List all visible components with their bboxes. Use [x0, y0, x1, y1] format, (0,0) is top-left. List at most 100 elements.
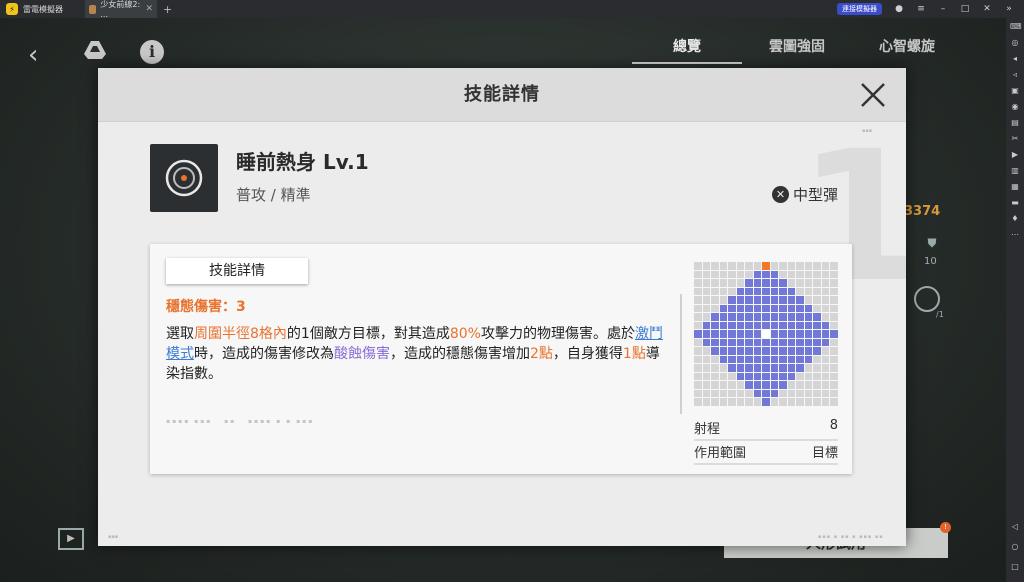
record-icon[interactable]: ◉: [1010, 102, 1020, 112]
range-cell: [779, 398, 787, 406]
range-cell: [770, 313, 779, 321]
shake-icon[interactable]: ▥: [1010, 166, 1020, 176]
range-cell: [804, 270, 813, 279]
range-cell: [787, 355, 796, 364]
menu-icon[interactable]: ≡: [916, 4, 926, 14]
range-cell: [736, 389, 745, 398]
range-cell: [796, 381, 804, 389]
range-cell: [813, 321, 821, 330]
range-cell: [787, 372, 796, 381]
faint-text: ▪▪▪▪ ▪▪▪ ▪▪ ▪▪▪▪ ▪ ▪ ▪▪▪: [166, 418, 315, 425]
range-cell: [736, 364, 745, 372]
range-cell: [711, 270, 719, 279]
tab-cloud-reinforce[interactable]: 雲圖強固: [742, 36, 852, 64]
back-nav-icon[interactable]: ◁: [1010, 522, 1020, 532]
range-cell: [702, 398, 711, 406]
area-stat: 作用範圍 目標: [694, 442, 838, 465]
recent-nav-icon[interactable]: □: [1010, 562, 1020, 572]
slash-value: /1: [936, 310, 944, 319]
screenshot-icon[interactable]: ▣: [1010, 86, 1020, 96]
restore-icon[interactable]: □: [960, 4, 970, 14]
range-cell: [796, 262, 804, 270]
range-cell: [830, 330, 838, 338]
video-icon[interactable]: ▶: [1010, 150, 1020, 160]
info-icon[interactable]: i: [140, 40, 164, 64]
range-cell: [762, 355, 770, 364]
location-icon[interactable]: ♦: [1010, 214, 1020, 224]
range-cell: [779, 313, 787, 321]
add-tab-icon[interactable]: +: [163, 3, 172, 16]
range-cell: [821, 347, 830, 355]
sync-icon[interactable]: ▦: [1010, 182, 1020, 192]
tab-overview[interactable]: 總覽: [632, 36, 742, 64]
range-cell: [702, 389, 711, 398]
range-cell: [762, 279, 770, 287]
description-scrollbar[interactable]: [680, 294, 682, 414]
close-modal-icon[interactable]: [858, 80, 888, 110]
gamepad-icon[interactable]: ◎: [1010, 38, 1020, 48]
range-cell: [770, 330, 779, 338]
range-cell: [804, 364, 813, 372]
close-icon[interactable]: ✕: [982, 4, 992, 14]
home-nav-icon[interactable]: ○: [1010, 542, 1020, 552]
skill-description: 選取周圍半徑8格內的1個敵方目標，對其造成80%攻擊力的物理傷害。處於激鬥模式時…: [166, 326, 663, 382]
volume-down-icon[interactable]: ◃: [1010, 70, 1020, 80]
range-cell: [830, 270, 838, 279]
app-name: 雷電模擬器: [23, 4, 63, 14]
expand-icon[interactable]: »: [1004, 4, 1014, 14]
range-cell: [702, 338, 711, 347]
range-cell: [821, 304, 830, 313]
range-cell: [753, 398, 762, 406]
range-cell: [719, 262, 728, 270]
area-value: 目標: [811, 446, 838, 461]
range-cell: [787, 270, 796, 279]
footer-mark-right: ▪▪▪ ▪ ▪▪ ▪ ▪▪▪ ▪▪: [818, 534, 884, 540]
back-chevron-icon[interactable]: ‹: [28, 40, 38, 70]
range-cell: [762, 389, 770, 398]
range-cell: [753, 389, 762, 398]
range-cell: [804, 313, 813, 321]
range-cell: [804, 262, 813, 270]
game-tab-icon: [89, 4, 97, 14]
range-cell: [804, 304, 813, 313]
range-cell: [821, 262, 830, 270]
tab-mind-spiral[interactable]: 心智螺旋: [852, 36, 962, 64]
volume-up-icon[interactable]: ◂: [1010, 54, 1020, 64]
skill-icon: [150, 144, 218, 212]
range-cell: [728, 355, 736, 364]
range-cell: [804, 347, 813, 355]
cloud-drive-icon[interactable]: [84, 40, 106, 60]
game-tab[interactable]: 少女前線2: ... ✕: [85, 0, 157, 19]
range-cell: [787, 330, 796, 338]
cut-icon[interactable]: ✂: [1010, 134, 1020, 144]
range-cell: [745, 398, 753, 406]
range-cell: [694, 321, 702, 330]
range-cell: [804, 287, 813, 296]
range-cell: [821, 389, 830, 398]
crosshair-icon: [165, 159, 203, 197]
connect-emulator-button[interactable]: 連接模擬器: [837, 3, 882, 15]
minimize-icon[interactable]: –: [938, 4, 948, 14]
range-cell: [711, 381, 719, 389]
tab-close-icon[interactable]: ✕: [145, 4, 153, 14]
apk-icon[interactable]: ▤: [1010, 118, 1020, 128]
range-cell: [736, 321, 745, 330]
range-cell: [719, 338, 728, 347]
user-icon[interactable]: ●: [894, 4, 904, 14]
range-cell: [728, 338, 736, 347]
range-cell: [796, 372, 804, 381]
range-cell: [728, 372, 736, 381]
keyboard-icon[interactable]: ⌨: [1010, 22, 1022, 32]
range-cell: [830, 338, 838, 347]
range-cell: [779, 381, 787, 389]
range-cell: [830, 347, 838, 355]
background-tabs: 總覽 雲圖強固 心智螺旋: [632, 36, 962, 64]
range-cell: [702, 313, 711, 321]
range-cell: [813, 338, 821, 347]
play-icon[interactable]: ▶: [58, 528, 84, 550]
range-cell: [719, 398, 728, 406]
more-icon[interactable]: ⋯: [1010, 230, 1020, 240]
game-tab-title: 少女前線2: ...: [100, 0, 141, 19]
range-cell: [762, 398, 770, 406]
folder-icon[interactable]: ▬: [1010, 198, 1020, 208]
